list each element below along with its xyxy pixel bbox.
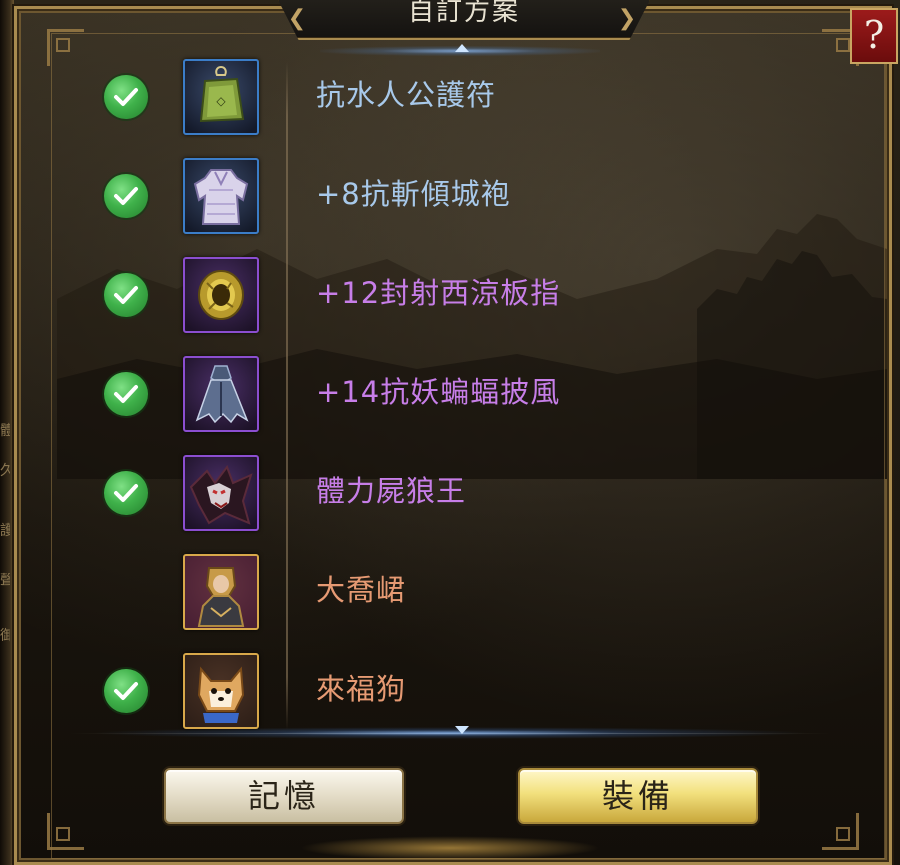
list-item[interactable]: 來福狗	[40, 647, 860, 737]
list-item[interactable]: ◇ 抗水人公護符	[40, 53, 860, 143]
scroll-glow-bottom	[90, 727, 810, 739]
checkmark-icon[interactable]	[104, 372, 148, 416]
checkmark-icon[interactable]	[104, 273, 148, 317]
wolf-king-icon[interactable]	[183, 455, 259, 531]
item-name[interactable]: 體力屍狼王	[316, 471, 466, 511]
frame-corner	[822, 813, 859, 850]
list-item[interactable]: 大喬峮	[40, 548, 860, 638]
scroll-up-arrow-icon[interactable]	[455, 44, 469, 52]
left-ornament-icon: ❮	[287, 6, 307, 31]
list-item[interactable]: +8抗斬傾城袍	[40, 152, 860, 242]
right-ornament-icon: ❯	[617, 6, 637, 31]
item-name[interactable]: +8抗斬傾城袍	[316, 174, 511, 214]
equip-button[interactable]: 裝備	[518, 768, 758, 824]
list-item[interactable]: 體力屍狼王	[40, 449, 860, 539]
item-name[interactable]: +12封射西涼板指	[316, 273, 560, 313]
button-glow	[300, 836, 600, 860]
amulet-icon[interactable]: ◇	[183, 59, 259, 135]
checkmark-icon[interactable]	[104, 174, 148, 218]
checkmark-icon[interactable]	[104, 75, 148, 119]
title-banner: 自訂方案	[276, 0, 652, 40]
checkmark-icon[interactable]	[104, 669, 148, 713]
list-item[interactable]: +14抗妖蝙蝠披風	[40, 350, 860, 440]
item-name[interactable]: 來福狗	[316, 669, 406, 709]
item-name[interactable]: 大喬峮	[316, 570, 406, 610]
scroll-down-arrow-icon[interactable]	[455, 726, 469, 734]
checkmark-icon[interactable]	[104, 471, 148, 515]
frame-corner	[47, 813, 84, 850]
memory-button[interactable]: 記憶	[164, 768, 404, 824]
panel-title: 自訂方案	[407, 0, 520, 27]
ring-icon[interactable]	[183, 257, 259, 333]
svg-text:◇: ◇	[216, 94, 226, 108]
background-strip: 體 久 護 聲 御	[0, 0, 14, 865]
item-name[interactable]: +14抗妖蝙蝠披風	[316, 372, 560, 412]
robe-icon[interactable]	[183, 158, 259, 234]
general-portrait-icon[interactable]	[183, 554, 259, 630]
item-name[interactable]: 抗水人公護符	[316, 75, 496, 115]
game-screen: 體 久 護 聲 御 自訂方案 ❮ ❯ ? ◇ 抗水人公護符 +8抗斬傾城袍 +1…	[0, 0, 900, 865]
list-item[interactable]: +12封射西涼板指	[40, 251, 860, 341]
cape-icon[interactable]	[183, 356, 259, 432]
dog-pet-icon[interactable]	[183, 653, 259, 729]
